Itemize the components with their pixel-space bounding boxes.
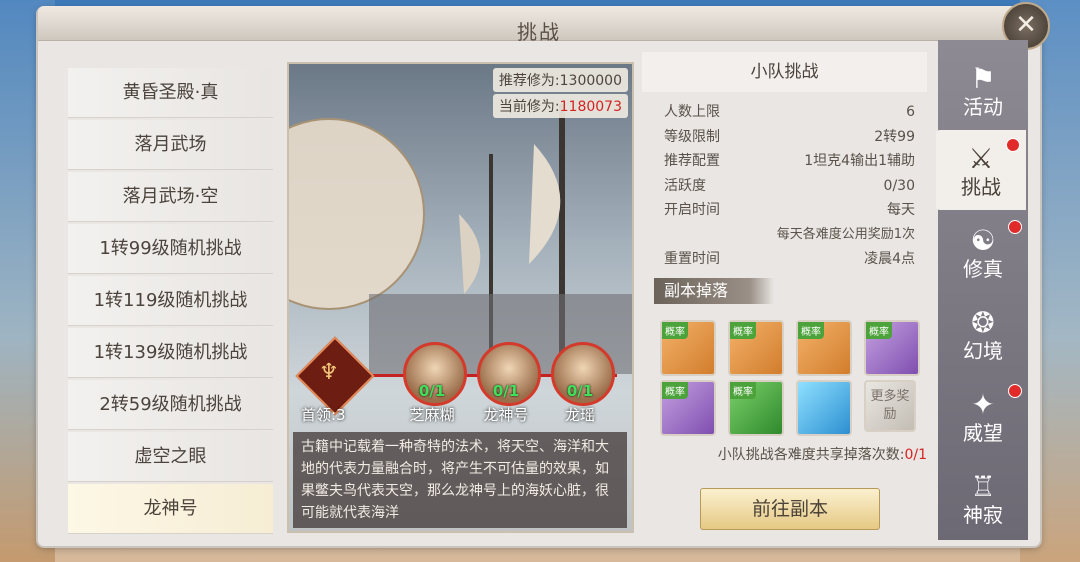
drop-item[interactable]: 概率: [660, 320, 716, 376]
current-power-label: 当前修为:: [498, 99, 560, 115]
info-value: 2转99: [874, 128, 915, 145]
info-label: 推荐配置: [664, 153, 720, 169]
info-row: 等级限制 2转99: [642, 125, 927, 150]
description-text: 古籍中记载着一种奇特的法术，将天空、海洋和大地的代表力量融合时，将产生不可估量的…: [301, 439, 609, 521]
title-bar: 挑战: [38, 6, 1040, 44]
list-item[interactable]: 虚空之眼: [68, 432, 273, 482]
close-icon: ✕: [1015, 10, 1037, 40]
info-row: 开启时间 每天: [642, 198, 927, 223]
info-value: 凌晨4点: [864, 251, 915, 267]
current-power: 当前修为:1180073: [492, 94, 628, 118]
tab-label: 挑战: [961, 175, 1001, 199]
dungeon-description: 古籍中记载着一种奇特的法术，将天空、海洋和大地的代表力量融合时，将产生不可估量的…: [293, 432, 627, 528]
tab-challenge[interactable]: ⚔ 挑战: [936, 130, 1026, 210]
tab-label: 幻境: [963, 339, 1003, 363]
boss-count: 0/1: [492, 382, 520, 400]
probability-tag: 概率: [866, 322, 892, 339]
current-power-value: 1180073: [559, 99, 622, 115]
info-row: 活跃度 0/30: [642, 174, 927, 199]
info-row: 人数上限 6: [642, 100, 927, 125]
shared-drops-value: 0/1: [904, 447, 927, 463]
probability-tag: 概率: [662, 322, 688, 339]
list-item[interactable]: 1转139级随机挑战: [68, 328, 273, 378]
info-value: 0/30: [883, 177, 915, 194]
tab-label: 活动: [963, 95, 1003, 119]
tab-label: 修真: [963, 257, 1003, 281]
boss-row: ♆ 首领:3 0/1 芝麻糊 0/1 龙神号 0/1 龙瑶: [295, 336, 627, 424]
probability-tag: 概率: [730, 382, 756, 399]
tab-activity[interactable]: ⚑ 活动: [938, 50, 1028, 130]
list-item[interactable]: 落月武场·空: [68, 172, 273, 222]
shared-drops: 小队挑战各难度共享掉落次数:0/1: [642, 444, 927, 464]
list-item-selected[interactable]: 龙神号: [68, 484, 273, 534]
list-item[interactable]: 1转99级随机挑战: [68, 224, 273, 274]
notification-dot: [1008, 220, 1022, 234]
probability-tag: 概率: [730, 322, 756, 339]
tab-label: 神寂: [963, 503, 1003, 527]
info-value: 6: [906, 104, 915, 120]
list-item[interactable]: 2转59级随机挑战: [68, 380, 273, 430]
recommended-power: 推荐修为:1300000: [492, 68, 628, 92]
boss-name: 龙神号: [483, 406, 529, 424]
drop-item[interactable]: 概率: [728, 320, 784, 376]
dungeon-list: 黄昏圣殿·真 落月武场 落月武场·空 1转99级随机挑战 1转119级随机挑战 …: [68, 68, 273, 534]
boss-name: 芝麻糊: [409, 406, 455, 424]
side-tabs: ⚑ 活动 ⚔ 挑战 ☯ 修真 ❂ 幻境 ✦ 威望 ♖ 神寂: [936, 40, 1028, 540]
info-value: 1坦克4输出1辅助: [804, 153, 915, 169]
recommended-power-value: 1300000: [559, 73, 622, 89]
drops-header: 副本掉落: [654, 277, 774, 304]
info-label: 重置时间: [664, 251, 720, 267]
boss-count: 0/1: [418, 382, 446, 400]
shared-drops-label: 小队挑战各难度共享掉落次数:: [717, 447, 905, 463]
tab-divine[interactable]: ♖ 神寂: [938, 458, 1028, 538]
info-label: 开启时间: [664, 202, 720, 218]
reward-note: 每天各难度公用奖励1次: [776, 226, 915, 242]
demon-icon: ♆: [319, 360, 339, 385]
probability-tag: 概率: [798, 322, 824, 339]
tab-cultivation[interactable]: ☯ 修真: [938, 212, 1028, 292]
team-challenge-header: 小队挑战: [642, 52, 927, 92]
drop-item[interactable]: 概率: [864, 320, 920, 376]
go-to-dungeon-button[interactable]: 前往副本: [700, 488, 880, 530]
info-panel: 小队挑战 人数上限 6 等级限制 2转99 推荐配置 1坦克4输出1辅助 活跃度 0/3…: [642, 52, 927, 532]
drop-item[interactable]: [796, 380, 852, 436]
probability-tag: 概率: [662, 382, 688, 399]
list-item[interactable]: 黄昏圣殿·真: [68, 68, 273, 118]
drop-item[interactable]: 概率: [728, 380, 784, 436]
more-rewards-button[interactable]: 更多奖励: [864, 380, 916, 432]
tab-prestige[interactable]: ✦ 威望: [938, 376, 1028, 456]
boss-count: 0/1: [566, 382, 594, 400]
boss-name: 龙瑶: [564, 406, 595, 424]
drop-item[interactable]: 概率: [796, 320, 852, 376]
recommended-power-label: 推荐修为:: [498, 73, 560, 89]
window-title: 挑战: [517, 20, 561, 44]
dungeon-scene: 推荐修为:1300000 当前修为:1180073 ♆ 首领:3 0/1 芝麻糊…: [287, 62, 634, 533]
boss-lead-count: 首领:3: [301, 406, 346, 424]
notification-dot: [1006, 138, 1020, 152]
info-row: 推荐配置 1坦克4输出1辅助: [642, 149, 927, 174]
tab-label: 威望: [963, 421, 1003, 445]
tab-illusion[interactable]: ❂ 幻境: [938, 294, 1028, 374]
info-value: 每天: [887, 202, 915, 218]
info-label: 活跃度: [664, 177, 706, 194]
info-label: 人数上限: [664, 104, 720, 120]
list-item[interactable]: 落月武场: [68, 120, 273, 170]
notification-dot: [1008, 384, 1022, 398]
info-row: 重置时间 凌晨4点: [642, 247, 927, 272]
drop-item[interactable]: 概率: [660, 380, 716, 436]
info-label: 等级限制: [664, 128, 720, 145]
list-item[interactable]: 1转119级随机挑战: [68, 276, 273, 326]
